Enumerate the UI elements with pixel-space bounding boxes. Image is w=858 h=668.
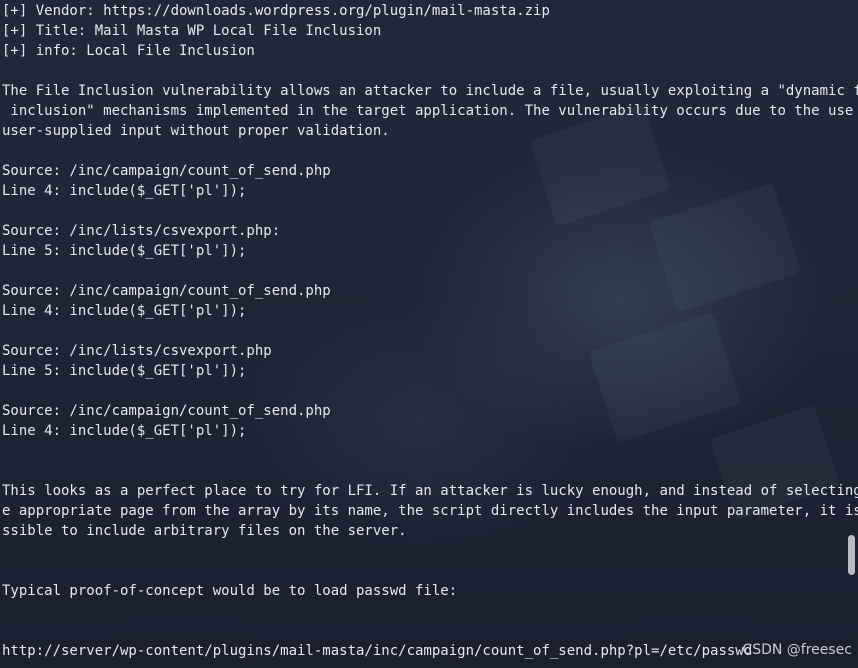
terminal-line: ssible to include arbitrary files on the…: [2, 523, 407, 539]
terminal-line: inclusion" mechanisms implemented in the…: [2, 103, 858, 119]
terminal-line: Source: /inc/campaign/count_of_send.php: [2, 403, 331, 419]
terminal-line: Source: /inc/campaign/count_of_send.php: [2, 283, 331, 299]
terminal-output[interactable]: [+] Vendor: https://downloads.wordpress.…: [0, 0, 858, 668]
terminal-line: Line 5: include($_GET['pl']);: [2, 363, 247, 379]
terminal-line: e appropriate page from the array by its…: [2, 503, 858, 519]
terminal-line: Source: /inc/lists/csvexport.php:: [2, 223, 281, 239]
terminal-line: http://server/wp-content/plugins/mail-ma…: [2, 643, 753, 659]
terminal-line: user-supplied input without proper valid…: [2, 123, 390, 139]
terminal-line: Source: /inc/campaign/count_of_send.php: [2, 163, 331, 179]
terminal-line: Typical proof-of-concept would be to loa…: [2, 583, 458, 599]
terminal-line: The File Inclusion vulnerability allows …: [2, 83, 858, 99]
terminal-line: Line 5: include($_GET['pl']);: [2, 243, 247, 259]
terminal-line: [+] Vendor: https://downloads.wordpress.…: [2, 3, 550, 19]
terminal-line: [+] Title: Mail Masta WP Local File Incl…: [2, 23, 382, 39]
terminal-line: Line 4: include($_GET['pl']);: [2, 183, 247, 199]
terminal-line: Line 4: include($_GET['pl']);: [2, 303, 247, 319]
terminal-line: This looks as a perfect place to try for…: [2, 483, 858, 499]
csdn-watermark: CSDN @freesec: [742, 642, 852, 658]
terminal-line: Source: /inc/lists/csvexport.php: [2, 343, 272, 359]
scrollbar-thumb[interactable]: [848, 535, 855, 575]
terminal-scrollbar[interactable]: [846, 0, 856, 668]
terminal-line: Line 4: include($_GET['pl']);: [2, 423, 247, 439]
terminal-line: [+] info: Local File Inclusion: [2, 43, 255, 59]
